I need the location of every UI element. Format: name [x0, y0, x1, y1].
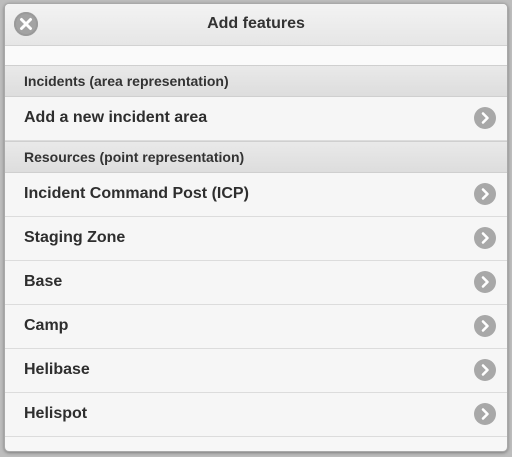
list-item-label: Camp	[24, 317, 69, 334]
chevron-right-icon	[474, 271, 496, 293]
chevron-right-icon	[474, 227, 496, 249]
chevron-right-icon	[474, 183, 496, 205]
header-spacer	[5, 46, 507, 65]
dialog-title: Add features	[207, 15, 305, 32]
list-item-label: Helibase	[24, 361, 90, 378]
feature-list: Incidents (area representation) Add a ne…	[5, 65, 507, 437]
list-item-camp[interactable]: Camp	[5, 305, 507, 349]
list-item-icp[interactable]: Incident Command Post (ICP)	[5, 173, 507, 217]
list-item-label: Add a new incident area	[24, 109, 208, 126]
list-item-staging-zone[interactable]: Staging Zone	[5, 217, 507, 261]
add-features-dialog: Add features Incidents (area representat…	[4, 3, 508, 452]
chevron-right-icon	[474, 359, 496, 381]
section-header-resources: Resources (point representation)	[5, 141, 507, 173]
list-item-helibase[interactable]: Helibase	[5, 349, 507, 393]
chevron-right-icon	[474, 403, 496, 425]
list-item-base[interactable]: Base	[5, 261, 507, 305]
section-header-incidents: Incidents (area representation)	[5, 65, 507, 97]
list-item-label: Helispot	[24, 405, 88, 422]
chevron-right-icon	[474, 315, 496, 337]
list-item-add-incident-area[interactable]: Add a new incident area	[5, 97, 507, 141]
list-item-helispot[interactable]: Helispot	[5, 393, 507, 437]
list-item-label: Incident Command Post (ICP)	[24, 185, 249, 202]
list-item-label: Base	[24, 273, 63, 290]
list-item-label: Staging Zone	[24, 229, 126, 246]
dialog-header: Add features	[5, 4, 507, 46]
chevron-right-icon	[474, 107, 496, 129]
